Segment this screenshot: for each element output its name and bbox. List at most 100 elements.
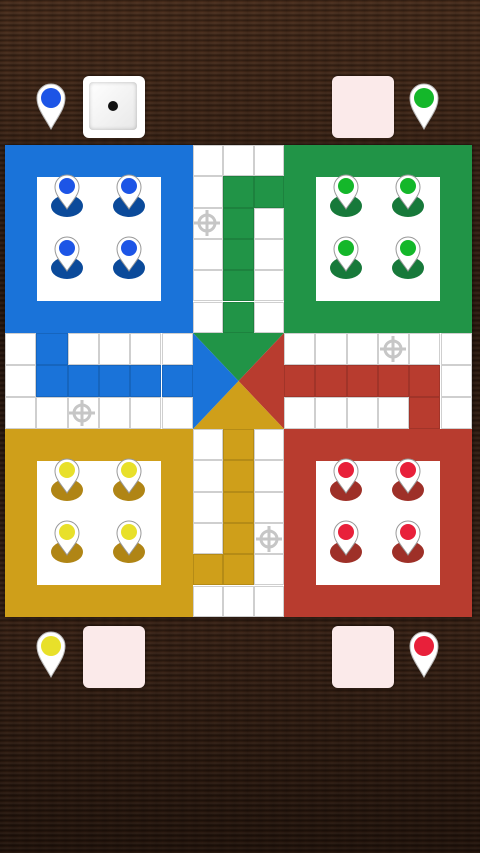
- track-cell: [193, 522, 224, 555]
- track-cell: [5, 365, 37, 397]
- track-cell: [193, 429, 224, 461]
- track-cell: [253, 238, 284, 271]
- track-cell: [253, 585, 284, 617]
- track-cell: [223, 522, 254, 555]
- center-finish: [193, 333, 284, 429]
- track-cell: [98, 397, 131, 429]
- track-cell: [193, 238, 224, 271]
- track-cell: [346, 397, 378, 429]
- home-green: [284, 145, 472, 333]
- track-cell: [253, 301, 284, 333]
- track-cell: [253, 145, 284, 177]
- red-token-icon[interactable]: [329, 457, 363, 501]
- yellow-player-pin-icon: [36, 631, 66, 678]
- track-cell: [346, 365, 378, 397]
- green-token-icon[interactable]: [391, 235, 425, 279]
- track-cell: [223, 301, 254, 333]
- track-cell: [161, 333, 193, 365]
- green-token-icon[interactable]: [329, 235, 363, 279]
- green-token-icon[interactable]: [391, 173, 425, 217]
- track-cell: [315, 365, 347, 397]
- track-cell: [253, 207, 284, 239]
- dice-icon[interactable]: [89, 82, 137, 130]
- green-dice[interactable]: [332, 76, 394, 138]
- track-cell: [253, 460, 284, 492]
- track-cell: [440, 333, 472, 365]
- yellow-token-icon[interactable]: [112, 519, 146, 563]
- track-cell: [193, 491, 224, 523]
- track-cell: [223, 460, 254, 492]
- track-cell: [223, 554, 254, 586]
- yellow-token-icon[interactable]: [112, 457, 146, 501]
- track-cell: [253, 429, 284, 461]
- track-cell: [346, 333, 378, 365]
- blue-token-icon[interactable]: [112, 173, 146, 217]
- track-cell: [409, 333, 441, 365]
- safe-spot-icon: [69, 400, 95, 426]
- track-cell: [193, 585, 224, 617]
- red-token-icon[interactable]: [329, 519, 363, 563]
- track-cell: [98, 365, 131, 397]
- track-cell: [284, 365, 316, 397]
- yellow-dice[interactable]: [83, 626, 145, 688]
- blue-token-icon[interactable]: [112, 235, 146, 279]
- green-token-icon[interactable]: [329, 173, 363, 217]
- red-token-icon[interactable]: [391, 519, 425, 563]
- track-cell: [284, 333, 316, 365]
- safe-spot-icon: [194, 210, 220, 236]
- home-blue: [5, 145, 193, 333]
- track-cell: [98, 333, 131, 365]
- track-cell: [223, 176, 254, 208]
- track-cell: [130, 333, 162, 365]
- track-cell: [223, 491, 254, 523]
- track-cell: [253, 491, 284, 523]
- track-cell: [223, 238, 254, 271]
- blue-token-icon[interactable]: [50, 235, 84, 279]
- track-cell: [377, 365, 410, 397]
- track-cell: [130, 365, 162, 397]
- track-cell: [67, 333, 99, 365]
- blue-dice[interactable]: [83, 76, 145, 138]
- track-cell: [409, 365, 441, 397]
- ludo-board: [5, 145, 472, 617]
- track-cell: [193, 301, 224, 333]
- red-player-pin-icon: [409, 631, 439, 678]
- track-cell: [130, 397, 162, 429]
- yellow-token-icon[interactable]: [50, 519, 84, 563]
- track-cell: [223, 145, 254, 177]
- track-cell: [193, 554, 224, 586]
- track-cell: [193, 270, 224, 302]
- track-cell: [253, 270, 284, 302]
- track-cell: [315, 333, 347, 365]
- track-cell: [253, 176, 284, 208]
- red-token-icon[interactable]: [391, 457, 425, 501]
- home-yellow: [5, 429, 193, 617]
- track-cell: [223, 585, 254, 617]
- track-cell: [5, 397, 37, 429]
- safe-spot-icon: [380, 336, 406, 362]
- track-cell: [284, 397, 316, 429]
- track-cell: [36, 397, 68, 429]
- track-cell: [193, 176, 224, 208]
- track-cell: [193, 460, 224, 492]
- track-cell: [315, 397, 347, 429]
- blue-token-icon[interactable]: [50, 173, 84, 217]
- blue-player-pin-icon: [36, 83, 66, 130]
- track-cell: [223, 429, 254, 461]
- track-cell: [223, 207, 254, 239]
- track-cell: [193, 145, 224, 177]
- track-cell: [67, 365, 99, 397]
- safe-spot-icon: [256, 526, 282, 552]
- track-cell: [409, 397, 441, 429]
- yellow-token-icon[interactable]: [50, 457, 84, 501]
- track-cell: [161, 397, 193, 429]
- green-player-pin-icon: [409, 83, 439, 130]
- red-dice[interactable]: [332, 626, 394, 688]
- track-cell: [161, 365, 193, 397]
- track-cell: [36, 365, 68, 397]
- track-cell: [5, 333, 37, 365]
- dice-pip: [108, 101, 118, 111]
- track-cell: [36, 333, 68, 365]
- track-cell: [377, 397, 410, 429]
- track-cell: [440, 397, 472, 429]
